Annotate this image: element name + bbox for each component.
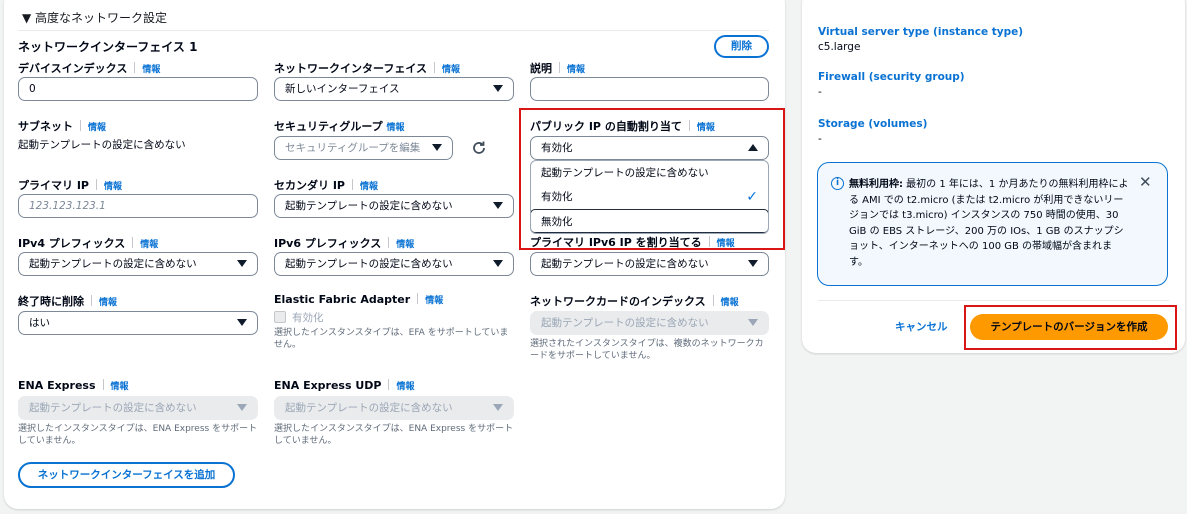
ipv6-prefix-label: IPv6 プレフィックス 情報 xyxy=(274,237,415,250)
ena-express-label: ENA Express 情報 xyxy=(18,379,129,392)
ipv4-prefix-label: IPv4 プレフィックス 情報 xyxy=(18,237,159,250)
delete-on-termination-label: 終了時に削除 情報 xyxy=(18,295,118,308)
description-input[interactable] xyxy=(530,77,769,101)
delete-button[interactable]: 削除 xyxy=(714,35,769,58)
info-link[interactable]: 情報 xyxy=(425,296,443,306)
efa-checkbox-label: 有効化 xyxy=(292,312,324,324)
info-link[interactable]: 情報 xyxy=(442,65,460,75)
info-link[interactable]: 情報 xyxy=(360,182,378,192)
caret-down-icon xyxy=(748,319,758,326)
advanced-network-settings-toggle[interactable]: ▼ 高度なネットワーク設定 xyxy=(22,9,167,26)
network-interface-label: ネットワークインターフェイス 情報 xyxy=(274,62,461,75)
ipv6-prefix-select[interactable]: 起動テンプレートの設定に含めない xyxy=(274,252,514,276)
info-icon: i xyxy=(831,177,844,190)
instance-type-value: c5.large xyxy=(818,41,861,53)
primary-ip-input[interactable]: 123.123.123.1 xyxy=(18,194,258,218)
cancel-button[interactable]: キャンセル xyxy=(895,319,948,334)
instance-type-label: Virtual server type (instance type) xyxy=(818,26,1024,38)
info-link[interactable]: 情報 xyxy=(567,65,585,75)
secondary-ip-label: セカンダリ IP 情報 xyxy=(274,179,378,192)
divider xyxy=(18,30,769,31)
efa-label: Elastic Fabric Adapter 情報 xyxy=(274,293,444,306)
info-link[interactable]: 情報 xyxy=(99,298,117,308)
ena-express-note: 選択したインスタンスタイプは、ENA Express をサポートしていません。 xyxy=(18,424,258,446)
efa-checkbox[interactable] xyxy=(274,311,286,323)
add-network-interface-button[interactable]: ネットワークインターフェイスを追加 xyxy=(18,462,235,488)
device-index-input[interactable]: 0 xyxy=(18,77,258,101)
firewall-value: - xyxy=(818,86,822,98)
caret-down-icon xyxy=(493,85,503,92)
caret-down-icon xyxy=(748,260,758,267)
highlight-box xyxy=(964,305,1177,350)
info-link[interactable]: 情報 xyxy=(396,382,414,392)
security-group-label: セキュリティグループ 情報 xyxy=(274,120,405,133)
free-tier-text: 無料利用枠: 最初の 1 年には、1 か月あたりの無料利用枠による AMI での… xyxy=(849,179,1129,268)
ipv4-prefix-select[interactable]: 起動テンプレートの設定に含めない xyxy=(18,252,258,276)
info-link[interactable]: 情報 xyxy=(721,298,739,308)
efa-note: 選択したインスタンスタイプは、EFA をサポートしていません。 xyxy=(274,328,509,350)
divider xyxy=(818,300,1169,301)
caret-down-icon xyxy=(237,260,247,267)
device-index-label: デバイスインデックス 情報 xyxy=(18,62,161,75)
firewall-label: Firewall (security group) xyxy=(818,71,965,83)
ena-express-udp-label: ENA Express UDP 情報 xyxy=(274,379,415,392)
info-link[interactable]: 情報 xyxy=(140,240,158,250)
info-link[interactable]: 情報 xyxy=(111,382,129,392)
info-link[interactable]: 情報 xyxy=(104,182,122,192)
primary-ip-label: プライマリ IP 情報 xyxy=(18,179,122,192)
security-group-select[interactable]: セキュリティグループを編集 xyxy=(274,136,453,160)
description-label: 説明 情報 xyxy=(530,62,586,75)
refresh-icon[interactable] xyxy=(470,139,488,161)
delete-on-termination-select[interactable]: はい xyxy=(18,311,258,335)
info-link[interactable]: 情報 xyxy=(396,240,414,250)
network-interface-select[interactable]: 新しいインターフェイス xyxy=(274,77,514,101)
caret-down-icon xyxy=(237,404,247,411)
close-icon[interactable]: ✕ xyxy=(1139,173,1152,191)
ena-express-udp-note: 選択したインスタンスタイプは、ENA Express をサポートしていません。 xyxy=(274,424,514,446)
storage-label: Storage (volumes) xyxy=(818,118,928,130)
caret-down-icon xyxy=(493,202,503,209)
network-interface-title: ネットワークインターフェイス 1 xyxy=(18,40,198,54)
caret-down-icon xyxy=(237,319,247,326)
network-card-index-label: ネットワークカードのインデックス 情報 xyxy=(530,295,739,308)
ena-express-udp-select[interactable]: 起動テンプレートの設定に含めない xyxy=(274,396,514,420)
free-tier-alert: i 無料利用枠: 最初の 1 年には、1 か月あたりの無料利用枠による AMI … xyxy=(817,162,1168,286)
caret-down-icon xyxy=(432,144,442,151)
network-card-index-select[interactable]: 起動テンプレートの設定に含めない xyxy=(530,311,769,335)
subnet-label: サブネット 情報 xyxy=(18,120,107,133)
storage-value: - xyxy=(818,133,822,145)
caret-down-icon xyxy=(493,404,503,411)
info-link[interactable]: 情報 xyxy=(387,123,405,133)
secondary-ip-select[interactable]: 起動テンプレートの設定に含めない xyxy=(274,194,514,218)
highlight-box xyxy=(519,108,785,250)
info-link[interactable]: 情報 xyxy=(88,123,106,133)
info-link[interactable]: 情報 xyxy=(142,65,160,75)
primary-ipv6-select[interactable]: 起動テンプレートの設定に含めない xyxy=(530,252,769,276)
subnet-value: 起動テンプレートの設定に含めない xyxy=(18,139,186,151)
network-card-note: 選択されたインスタンスタイプは、複数のネットワークカードをサポートしていません。 xyxy=(530,339,764,361)
caret-down-icon xyxy=(493,260,503,267)
ena-express-select[interactable]: 起動テンプレートの設定に含めない xyxy=(18,396,258,420)
